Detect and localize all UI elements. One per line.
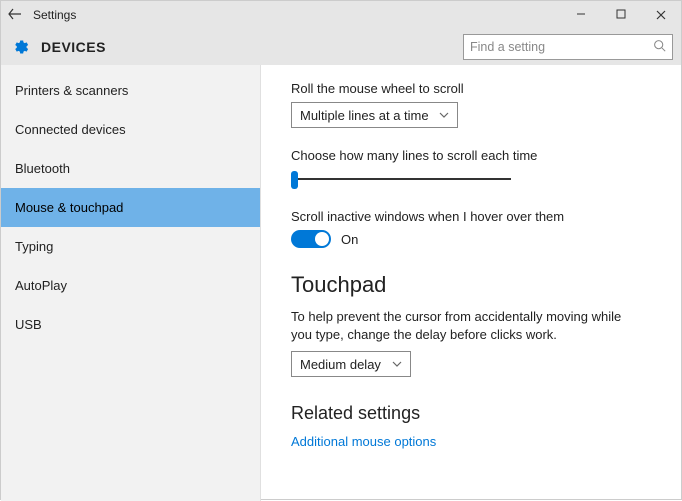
sidebar: Printers & scannersConnected devicesBlue… [1,65,261,501]
maximize-button[interactable] [601,1,641,29]
touchpad-delay-select[interactable]: Medium delay [291,351,411,377]
chevron-down-icon [382,359,402,370]
toggle-state: On [341,232,358,247]
lines-label: Choose how many lines to scroll each tim… [291,148,655,163]
sidebar-item-mouse-touchpad[interactable]: Mouse & touchpad [1,188,260,227]
lines-slider[interactable] [291,169,511,189]
slider-thumb[interactable] [291,171,298,189]
gear-icon [11,37,31,57]
chevron-down-icon [429,110,449,121]
titlebar: Settings [1,1,681,29]
inactive-scroll-label: Scroll inactive windows when I hover ove… [291,209,655,224]
page-category: DEVICES [41,39,106,55]
content-pane: Roll the mouse wheel to scroll Multiple … [261,65,681,501]
header: DEVICES [1,29,681,65]
sidebar-item-autoplay[interactable]: AutoPlay [1,266,260,305]
toggle-knob [315,232,329,246]
close-button[interactable] [641,1,681,29]
additional-mouse-options-link[interactable]: Additional mouse options [291,434,655,449]
scroll-wheel-label: Roll the mouse wheel to scroll [291,81,655,96]
touchpad-delay-value: Medium delay [300,357,381,372]
back-button[interactable] [1,7,29,24]
search-input[interactable] [470,40,653,54]
sidebar-item-typing[interactable]: Typing [1,227,260,266]
sidebar-item-bluetooth[interactable]: Bluetooth [1,149,260,188]
search-icon [653,39,666,55]
related-heading: Related settings [291,403,655,424]
slider-track [291,178,511,180]
touchpad-description: To help prevent the cursor from accident… [291,308,641,343]
window-title: Settings [29,8,76,22]
inactive-scroll-toggle[interactable] [291,230,331,248]
scroll-wheel-value: Multiple lines at a time [300,108,429,123]
minimize-button[interactable] [561,1,601,29]
touchpad-heading: Touchpad [291,272,655,298]
sidebar-item-printers-scanners[interactable]: Printers & scanners [1,71,260,110]
sidebar-item-usb[interactable]: USB [1,305,260,344]
scroll-wheel-select[interactable]: Multiple lines at a time [291,102,458,128]
search-box[interactable] [463,34,673,60]
sidebar-item-connected-devices[interactable]: Connected devices [1,110,260,149]
